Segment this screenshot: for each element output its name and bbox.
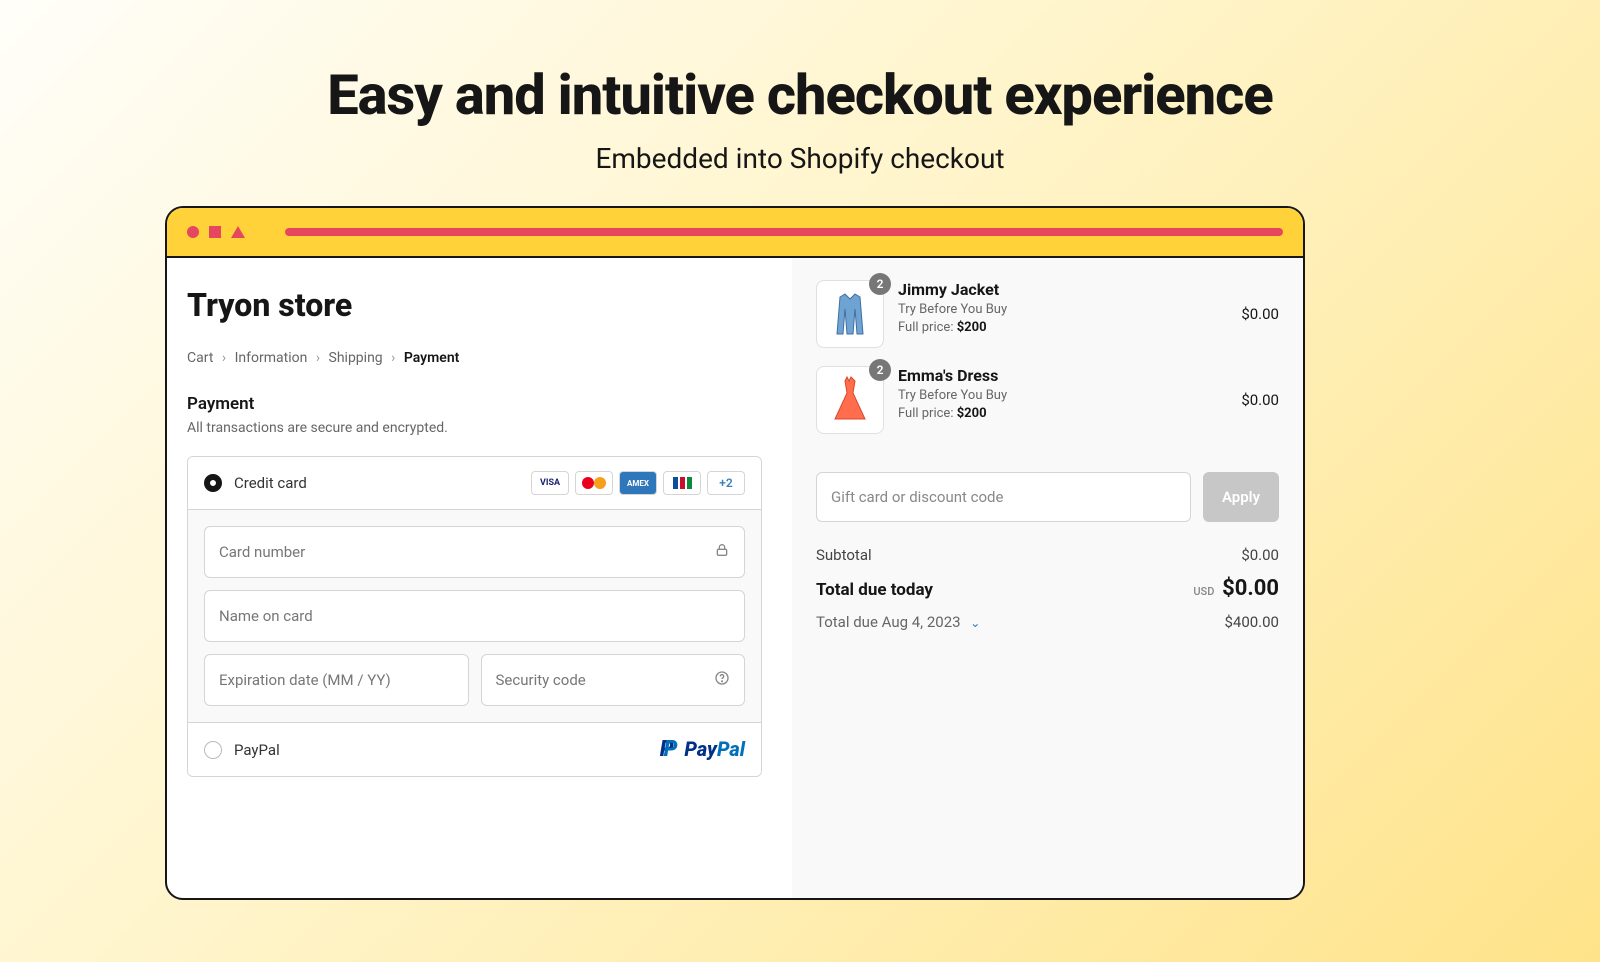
future-due-label: Total due Aug 4, 2023: [816, 613, 961, 631]
chevron-down-icon: ⌄: [970, 616, 980, 630]
breadcrumb-information[interactable]: Information: [235, 350, 308, 366]
future-due-row[interactable]: Total due Aug 4, 2023 ⌄ $400.00: [816, 613, 1279, 631]
discount-placeholder: Gift card or discount code: [831, 488, 1003, 506]
item-full-price: Full price: $200: [898, 320, 1227, 335]
card-number-placeholder: Card number: [219, 543, 305, 561]
paypal-label: PayPal: [234, 741, 280, 759]
credit-card-label: Credit card: [234, 474, 307, 492]
chevron-right-icon: ›: [391, 350, 395, 366]
name-placeholder: Name on card: [219, 607, 313, 625]
expiration-placeholder: Expiration date (MM / YY): [219, 671, 391, 689]
jcb-icon: [663, 471, 701, 495]
breadcrumb-payment: Payment: [404, 350, 460, 366]
amex-icon: AMEX: [619, 471, 657, 495]
traffic-triangle-icon: [231, 226, 245, 238]
breadcrumb: Cart › Information › Shipping › Payment: [187, 350, 762, 366]
name-on-card-input[interactable]: Name on card: [204, 590, 745, 642]
payment-options: Credit card VISA AMEX +2 Card number: [187, 456, 762, 777]
product-thumbnail: 2: [816, 280, 884, 348]
cart-item: 2 Jimmy Jacket Try Before You Buy Full p…: [816, 280, 1279, 348]
address-bar-fill: [285, 228, 1283, 236]
lock-icon: [714, 542, 730, 562]
total-value: $0.00: [1222, 576, 1279, 601]
mastercard-icon: [575, 471, 613, 495]
total-row: Total due today USD $0.00: [816, 576, 1279, 601]
hero-headline: Easy and intuitive checkout experience: [0, 62, 1600, 128]
discount-code-input[interactable]: Gift card or discount code: [816, 472, 1191, 522]
more-brands-button[interactable]: +2: [707, 471, 745, 495]
payment-section-title: Payment: [187, 394, 762, 414]
credit-card-option[interactable]: Credit card VISA AMEX +2: [188, 457, 761, 510]
future-due-value: $400.00: [1224, 613, 1279, 631]
store-title: Tryon store: [187, 286, 762, 324]
card-fields: Card number Name on card Expiration date…: [188, 510, 761, 723]
subtotal-row: Subtotal $0.00: [816, 546, 1279, 564]
security-code-input[interactable]: Security code: [481, 654, 746, 706]
cart-item: 2 Emma's Dress Try Before You Buy Full p…: [816, 366, 1279, 434]
qty-badge: 2: [869, 273, 891, 295]
product-thumbnail: 2: [816, 366, 884, 434]
qty-badge: 2: [869, 359, 891, 381]
help-icon[interactable]: [714, 670, 730, 690]
radio-unselected-icon[interactable]: [204, 741, 222, 759]
item-subtitle: Try Before You Buy: [898, 388, 1227, 403]
subtotal-value: $0.00: [1241, 546, 1279, 564]
item-subtitle: Try Before You Buy: [898, 302, 1227, 317]
total-currency: USD: [1193, 585, 1214, 598]
expiration-input[interactable]: Expiration date (MM / YY): [204, 654, 469, 706]
dress-icon: [825, 375, 875, 425]
item-line-price: $0.00: [1241, 391, 1279, 409]
item-title: Emma's Dress: [898, 366, 1227, 385]
card-number-input[interactable]: Card number: [204, 526, 745, 578]
paypal-option[interactable]: PayPal PP PayPal: [188, 723, 761, 776]
item-title: Jimmy Jacket: [898, 280, 1227, 299]
jacket-icon: [825, 289, 875, 339]
card-brands: VISA AMEX +2: [531, 471, 745, 495]
item-line-price: $0.00: [1241, 305, 1279, 323]
breadcrumb-shipping[interactable]: Shipping: [329, 350, 383, 366]
window-titlebar: [167, 208, 1303, 258]
hero-subhead: Embedded into Shopify checkout: [0, 142, 1600, 175]
radio-selected-icon[interactable]: [204, 474, 222, 492]
apply-button[interactable]: Apply: [1203, 472, 1279, 522]
breadcrumb-cart[interactable]: Cart: [187, 350, 213, 366]
payment-section-desc: All transactions are secure and encrypte…: [187, 420, 762, 436]
browser-window: Tryon store Cart › Information › Shippin…: [165, 206, 1305, 900]
subtotal-label: Subtotal: [816, 546, 872, 564]
chevron-right-icon: ›: [222, 350, 226, 366]
cvc-placeholder: Security code: [496, 671, 586, 689]
paypal-logo-icon: PP PayPal: [660, 737, 745, 762]
traffic-square-icon: [209, 226, 221, 238]
chevron-right-icon: ›: [316, 350, 320, 366]
traffic-circle-icon: [187, 226, 199, 238]
total-label: Total due today: [816, 580, 933, 600]
visa-icon: VISA: [531, 471, 569, 495]
item-full-price: Full price: $200: [898, 406, 1227, 421]
